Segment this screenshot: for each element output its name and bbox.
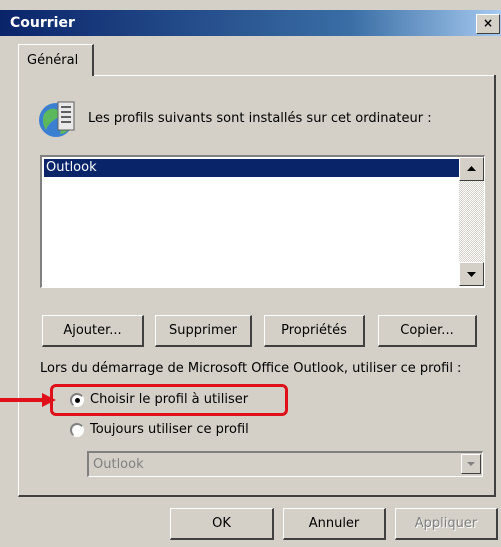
cancel-button[interactable]: Annuler [283, 508, 386, 540]
highlight-annotation [50, 384, 288, 416]
scroll-down-button[interactable] [459, 262, 484, 286]
arrow-up-icon [467, 166, 476, 171]
ok-button[interactable]: OK [170, 508, 274, 540]
tab-divider [90, 75, 494, 76]
list-scrollbar[interactable] [459, 157, 484, 286]
profile-select[interactable]: Outlook [87, 451, 483, 477]
window-title: Courrier [10, 15, 75, 31]
close-icon: × [482, 16, 494, 30]
chevron-down-icon [467, 462, 475, 466]
dialog-window: Courrier × Général Les profils suivants … [0, 0, 501, 547]
list-item[interactable]: Outlook [44, 159, 459, 177]
dropdown-button[interactable] [461, 454, 481, 474]
startup-profile-label: Lors du démarrage de Microsoft Office Ou… [40, 361, 462, 376]
mail-profiles-icon [39, 101, 75, 137]
radio-label: Toujours utiliser ce profil [90, 422, 249, 437]
profiles-description: Les profils suivants sont installés sur … [88, 111, 432, 126]
title-bar[interactable]: Courrier × [0, 10, 501, 36]
tab-label: Général [27, 53, 79, 68]
arrow-down-icon [467, 272, 476, 277]
tab-general[interactable]: Général [18, 44, 94, 76]
profile-list[interactable]: Outlook [40, 155, 485, 288]
profile-select-value: Outlook [93, 457, 144, 472]
close-button[interactable]: × [476, 14, 500, 34]
radio-button-icon[interactable] [70, 423, 84, 437]
apply-button[interactable]: Appliquer [395, 508, 498, 540]
copy-button[interactable]: Copier... [378, 315, 477, 347]
add-button[interactable]: Ajouter... [42, 315, 144, 347]
properties-button[interactable]: Propriétés [264, 315, 365, 347]
arrow-right-icon [0, 393, 56, 407]
delete-button[interactable]: Supprimer [155, 315, 252, 347]
scroll-up-button[interactable] [459, 157, 484, 181]
radio-always-use-profile[interactable]: Toujours utiliser ce profil [70, 422, 270, 440]
